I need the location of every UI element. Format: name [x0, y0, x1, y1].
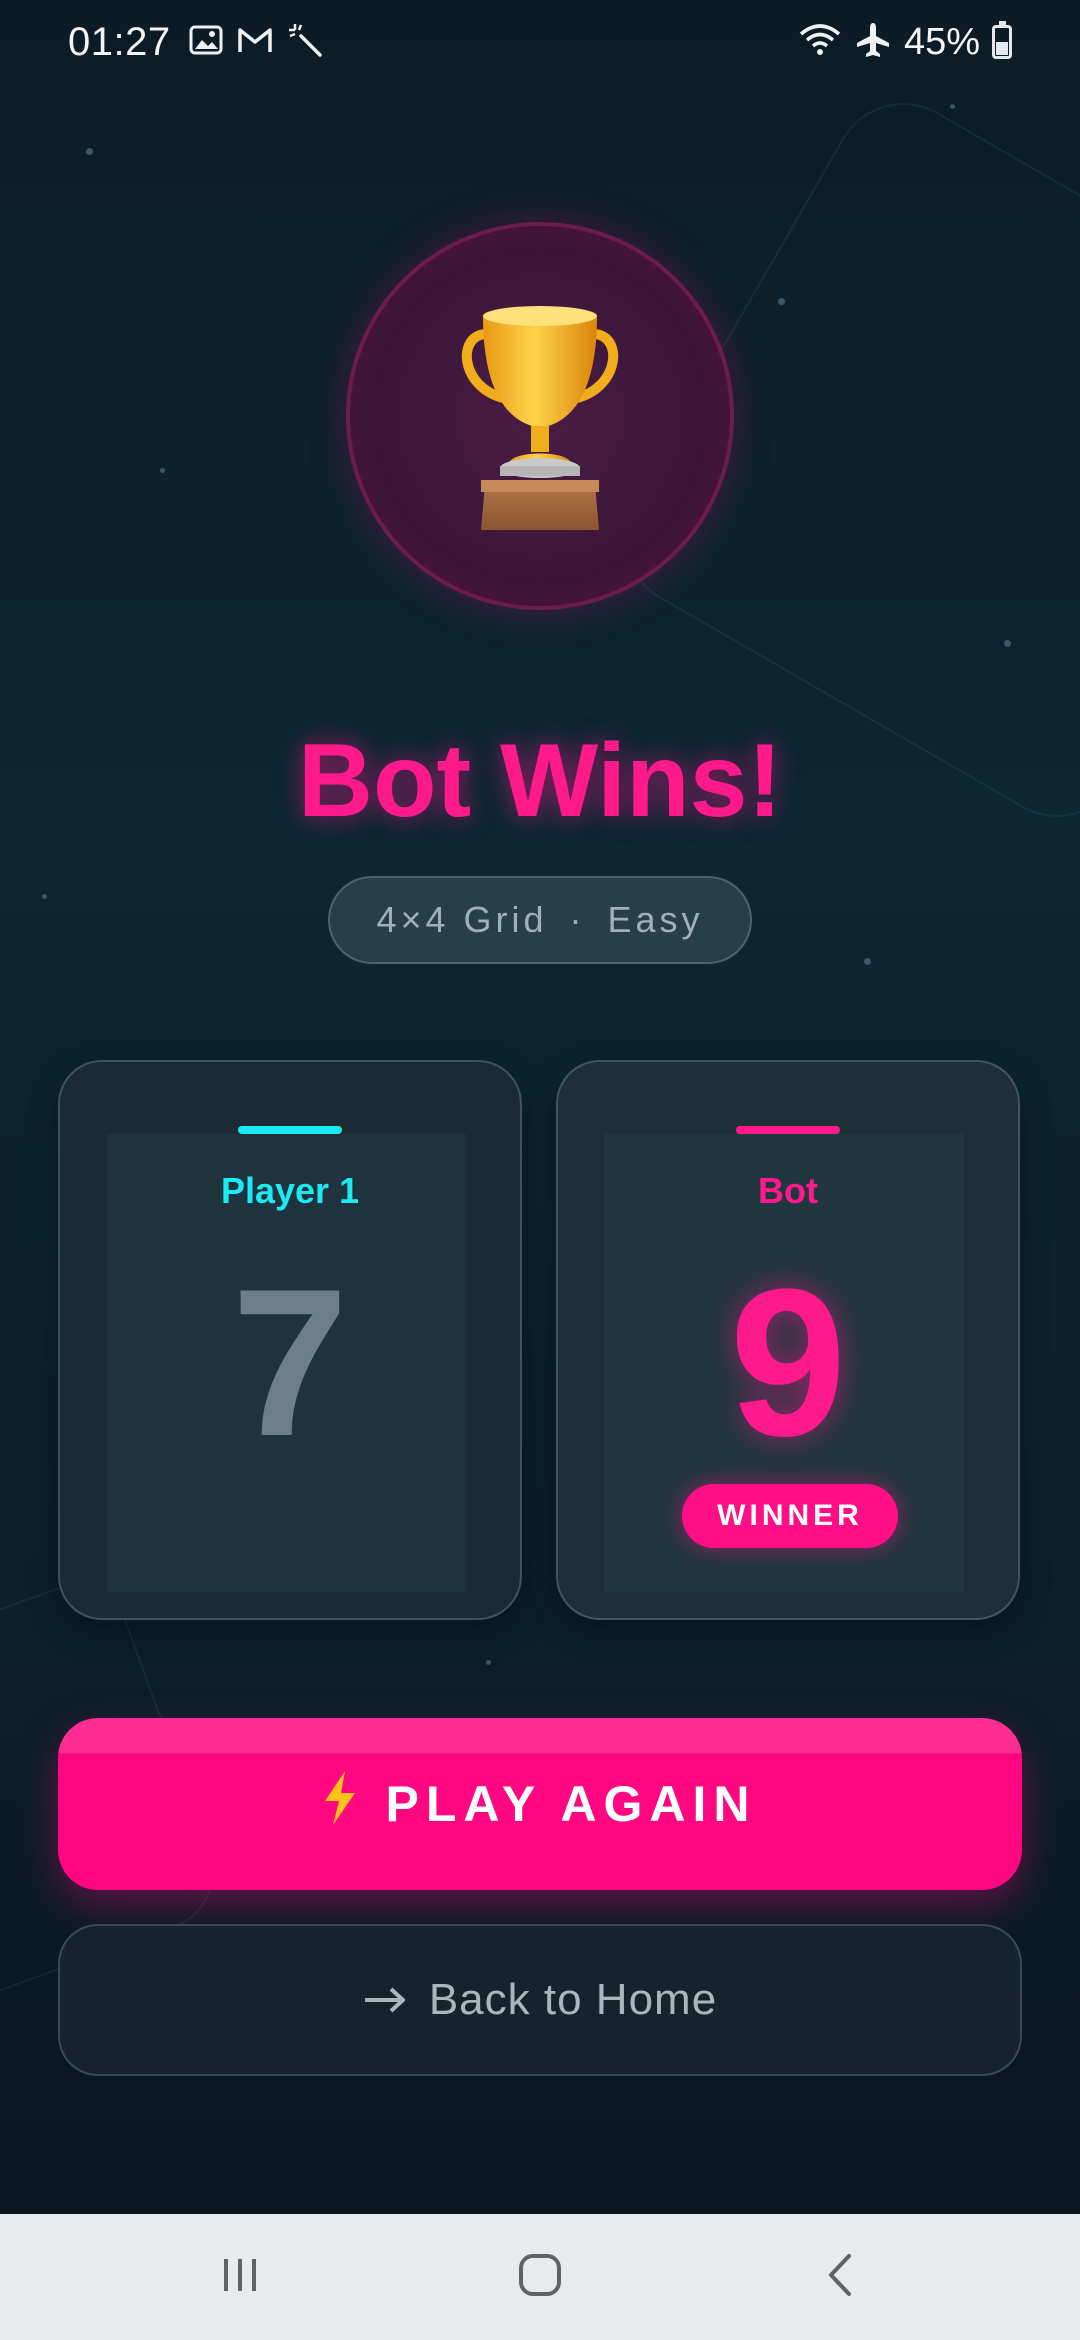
notification-icons	[189, 22, 323, 63]
result-title: Bot Wins!	[297, 723, 783, 839]
decorative-dot	[778, 298, 785, 305]
recent-apps-icon	[218, 2255, 262, 2300]
back-icon	[825, 2252, 855, 2303]
decorative-dot	[864, 958, 871, 965]
magic-wand-icon	[287, 22, 323, 63]
winner-badge: WINNER	[682, 1484, 898, 1548]
battery-level	[996, 42, 1008, 55]
airplane-mode-icon	[854, 21, 892, 64]
decorative-dot	[42, 894, 47, 899]
play-again-button[interactable]: PLAY AGAIN	[58, 1718, 1022, 1890]
decorative-dot	[950, 104, 955, 109]
player-name: Player 1	[220, 1170, 360, 1211]
grid-size-label: 4×4 Grid	[376, 899, 548, 940]
recent-apps-button[interactable]	[180, 2232, 300, 2322]
player-accent-bar	[238, 1126, 342, 1134]
gallery-icon	[189, 25, 223, 60]
battery-percent: 45%	[903, 20, 980, 63]
decorative-dot	[86, 148, 93, 155]
decorative-dot	[160, 468, 165, 473]
trophy-icon	[455, 294, 625, 539]
separator-dot: ·	[569, 899, 586, 940]
bot-accent-bar	[736, 1126, 840, 1134]
status-time: 01:27	[68, 19, 171, 64]
bot-score: 9	[729, 1245, 847, 1480]
back-to-home-button[interactable]: Back to Home	[58, 1924, 1022, 2076]
wifi-icon	[798, 22, 842, 63]
trophy-badge	[346, 222, 734, 610]
decorative-dot	[1004, 640, 1011, 647]
bot-name: Bot	[758, 1170, 818, 1211]
play-again-label: PLAY AGAIN	[385, 1776, 757, 1832]
back-nav-button[interactable]	[780, 2232, 900, 2322]
player-score: 7	[231, 1245, 349, 1480]
back-to-home-label: Back to Home	[428, 1975, 718, 2024]
lightning-icon	[323, 1771, 357, 1837]
system-nav-bar	[0, 2214, 1080, 2340]
arrow-right-icon	[363, 1975, 407, 2025]
battery-icon	[992, 21, 1012, 59]
status-bar: 01:27 45%	[0, 0, 1080, 84]
gmail-icon	[237, 25, 273, 60]
difficulty-label: Easy	[607, 899, 704, 940]
system-icons: 45%	[798, 21, 1012, 64]
decorative-dot	[486, 1660, 491, 1665]
game-info-pill: 4×4 Grid · Easy	[328, 876, 752, 964]
home-nav-button[interactable]	[480, 2232, 600, 2322]
home-icon	[517, 2252, 563, 2303]
